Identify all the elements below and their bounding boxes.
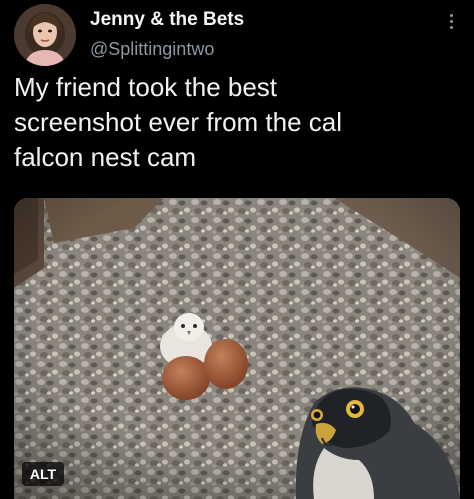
more-vertical-icon[interactable] [445,14,457,34]
tweet: Jenny & the Bets @Splittingintwo My frie… [0,0,474,499]
tweet-text: My friend took the best screenshot ever … [14,70,454,175]
avatar[interactable] [14,4,76,66]
alt-badge[interactable]: ALT [22,462,64,486]
tweet-photo[interactable]: ALT [14,198,460,499]
tweet-text-line: falcon nest cam [14,142,197,172]
tweet-text-line: screenshot ever from the cal [14,107,343,137]
author-name[interactable]: Jenny & the Bets [90,9,244,31]
author-handle[interactable]: @Splittingintwo [90,39,214,60]
falcon-nest-photo [14,198,460,499]
tweet-text-line: My friend took the best [14,72,278,102]
